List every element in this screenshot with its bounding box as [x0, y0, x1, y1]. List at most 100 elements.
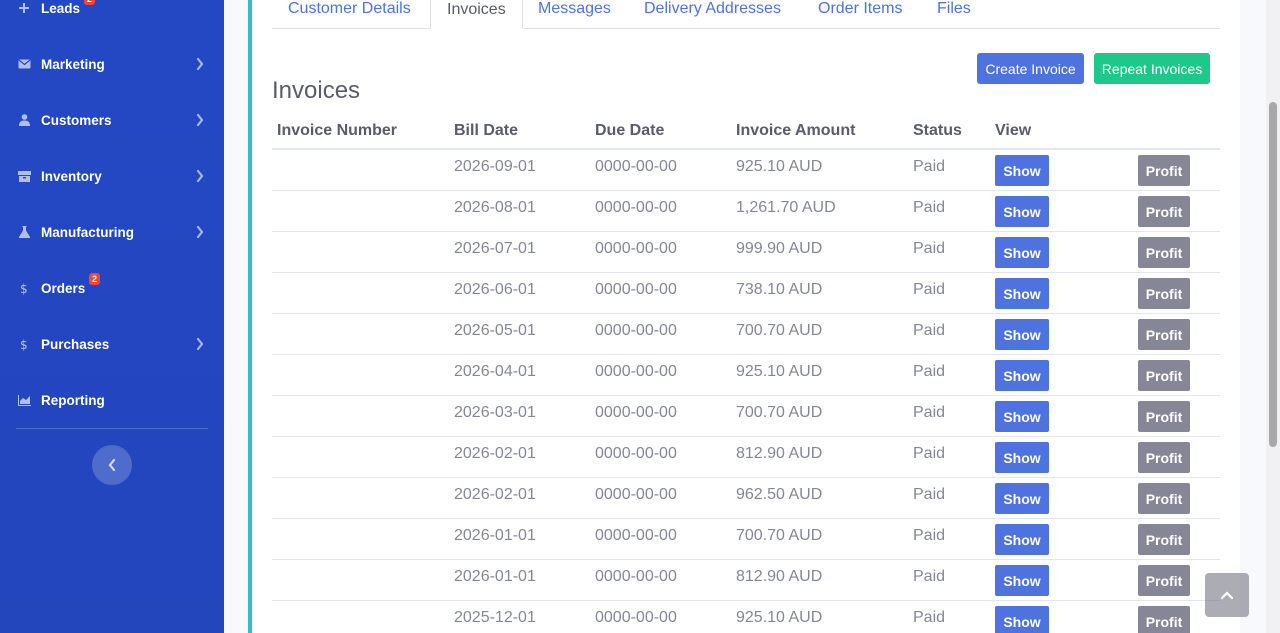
sidebar-item-manufacturing[interactable]: Manufacturing: [0, 214, 224, 250]
notification-badge: 2: [84, 0, 96, 5]
sidebar-item-customers[interactable]: Customers: [0, 102, 224, 138]
cell-due-date: 0000-00-00: [595, 404, 677, 421]
chevron-up-icon: [1221, 591, 1233, 599]
show-invoice-button[interactable]: Show: [995, 155, 1049, 186]
profit-button[interactable]: Profit: [1138, 360, 1190, 391]
profit-button[interactable]: Profit: [1138, 442, 1190, 473]
create-invoice-button[interactable]: Create Invoice: [977, 53, 1084, 84]
sidebar-item-purchases[interactable]: $ Purchases: [0, 326, 224, 362]
show-invoice-button[interactable]: Show: [995, 196, 1049, 227]
table-row: 2026-04-01 0000-00-00 925.10 AUD Paid Show Pr…: [272, 355, 1220, 396]
chevron-right-icon: [196, 58, 204, 70]
sidebar-item-leads[interactable]: Leads2: [0, 0, 224, 26]
show-invoice-button[interactable]: Show: [995, 565, 1049, 596]
table-row: 2026-07-01 0000-00-00 999.90 AUD Paid Show Pr…: [272, 232, 1220, 273]
chevron-right-icon: [196, 338, 204, 350]
scrollbar-thumb[interactable]: [1269, 102, 1277, 447]
flask-icon: [17, 225, 31, 239]
repeat-invoices-button[interactable]: Repeat Invoices: [1094, 53, 1210, 84]
table-row: 2026-09-01 0000-00-00 925.10 AUD Paid Show Pr…: [272, 150, 1220, 191]
header-due-date: Due Date: [595, 122, 665, 139]
table-row: 2026-08-01 0000-00-00 1,261.70 AUD Paid Show…: [272, 191, 1220, 232]
cell-bill-date: 2026-07-01: [454, 240, 536, 257]
table-row: 2026-01-01 0000-00-00 812.90 AUD Paid Show Pr…: [272, 560, 1220, 601]
sidebar-item-label: Purchases: [41, 336, 110, 352]
scrollbar[interactable]: [1266, 0, 1280, 633]
cell-status: Paid: [913, 568, 946, 585]
cell-status: Paid: [913, 363, 946, 380]
profit-button[interactable]: Profit: [1138, 401, 1190, 432]
profit-button[interactable]: Profit: [1138, 319, 1190, 350]
cell-invoice-amount: 700.70 AUD: [736, 527, 823, 544]
show-invoice-button[interactable]: Show: [995, 483, 1049, 514]
cell-bill-date: 2025-12-01: [454, 609, 536, 626]
tab-delivery-addresses[interactable]: Delivery Addresses: [628, 0, 797, 29]
profit-button[interactable]: Profit: [1138, 483, 1190, 514]
cell-invoice-amount: 1,261.70 AUD: [736, 199, 836, 216]
show-invoice-button[interactable]: Show: [995, 360, 1049, 391]
cell-bill-date: 2026-09-01: [454, 158, 536, 175]
profit-button[interactable]: Profit: [1138, 155, 1190, 186]
table-row: 2026-05-01 0000-00-00 700.70 AUD Paid Show Pr…: [272, 314, 1220, 355]
sidebar-divider: [16, 428, 208, 429]
cell-due-date: 0000-00-00: [595, 486, 677, 503]
tab-customer-details[interactable]: Customer Details: [272, 0, 427, 29]
table-row: 2026-01-01 0000-00-00 700.70 AUD Paid Show Pr…: [272, 519, 1220, 560]
sidebar-item-orders[interactable]: $ Orders 2: [0, 270, 224, 306]
tab-files[interactable]: Files: [921, 0, 987, 29]
cell-due-date: 0000-00-00: [595, 322, 677, 339]
chevron-right-icon: [196, 114, 204, 126]
cell-status: Paid: [913, 404, 946, 421]
chevron-right-icon: [196, 170, 204, 182]
sidebar-item-label: Leads: [41, 0, 81, 16]
show-invoice-button[interactable]: Show: [995, 606, 1049, 633]
cell-status: Paid: [913, 486, 946, 503]
profit-button[interactable]: Profit: [1138, 237, 1190, 268]
chevron-right-icon: [196, 226, 204, 238]
cell-due-date: 0000-00-00: [595, 527, 677, 544]
tab-invoices[interactable]: Invoices: [430, 0, 523, 29]
cell-status: Paid: [913, 609, 946, 626]
profit-button[interactable]: Profit: [1138, 524, 1190, 555]
cell-invoice-amount: 700.70 AUD: [736, 404, 823, 421]
profit-button[interactable]: Profit: [1138, 278, 1190, 309]
tab-order-items[interactable]: Order Items: [802, 0, 918, 29]
profit-button[interactable]: Profit: [1138, 565, 1190, 596]
notification-badge: 2: [89, 273, 101, 285]
sidebar-item-marketing[interactable]: Marketing: [0, 46, 224, 82]
dollar-icon: $: [17, 281, 31, 295]
show-invoice-button[interactable]: Show: [995, 442, 1049, 473]
cell-bill-date: 2026-01-01: [454, 527, 536, 544]
sidebar-item-inventory[interactable]: Inventory: [0, 158, 224, 194]
cell-due-date: 0000-00-00: [595, 158, 677, 175]
box-icon: [17, 169, 31, 183]
header-bill-date: Bill Date: [454, 122, 519, 139]
sidebar-toggle-button[interactable]: [92, 445, 132, 485]
cell-status: Paid: [913, 240, 946, 257]
cell-status: Paid: [913, 445, 946, 462]
tab-messages[interactable]: Messages: [522, 0, 627, 29]
show-invoice-button[interactable]: Show: [995, 401, 1049, 432]
cell-invoice-amount: 962.50 AUD: [736, 486, 823, 503]
show-invoice-button[interactable]: Show: [995, 524, 1049, 555]
sidebar-item-reporting[interactable]: Reporting: [0, 382, 224, 418]
chart-area-icon: [17, 393, 31, 407]
chevron-left-icon: [108, 459, 116, 471]
cell-bill-date: 2026-01-01: [454, 568, 536, 585]
profit-button[interactable]: Profit: [1138, 606, 1190, 633]
cell-invoice-amount: 700.70 AUD: [736, 322, 823, 339]
sidebar-item-label: Inventory: [41, 168, 102, 184]
header-view: View: [995, 122, 1032, 139]
cell-due-date: 0000-00-00: [595, 281, 677, 298]
header-invoice-number: Invoice Number: [277, 122, 398, 139]
sidebar: Leads2MarketingCustomersInventoryManufac…: [0, 0, 224, 633]
sidebar-item-label: Manufacturing: [41, 224, 134, 240]
table-row: 2026-02-01 0000-00-00 962.50 AUD Paid Show Pr…: [272, 478, 1220, 519]
show-invoice-button[interactable]: Show: [995, 319, 1049, 350]
show-invoice-button[interactable]: Show: [995, 278, 1049, 309]
profit-button[interactable]: Profit: [1138, 196, 1190, 227]
show-invoice-button[interactable]: Show: [995, 237, 1049, 268]
cell-bill-date: 2026-06-01: [454, 281, 536, 298]
cell-invoice-amount: 812.90 AUD: [736, 568, 823, 585]
scroll-to-top-button[interactable]: [1205, 573, 1249, 617]
